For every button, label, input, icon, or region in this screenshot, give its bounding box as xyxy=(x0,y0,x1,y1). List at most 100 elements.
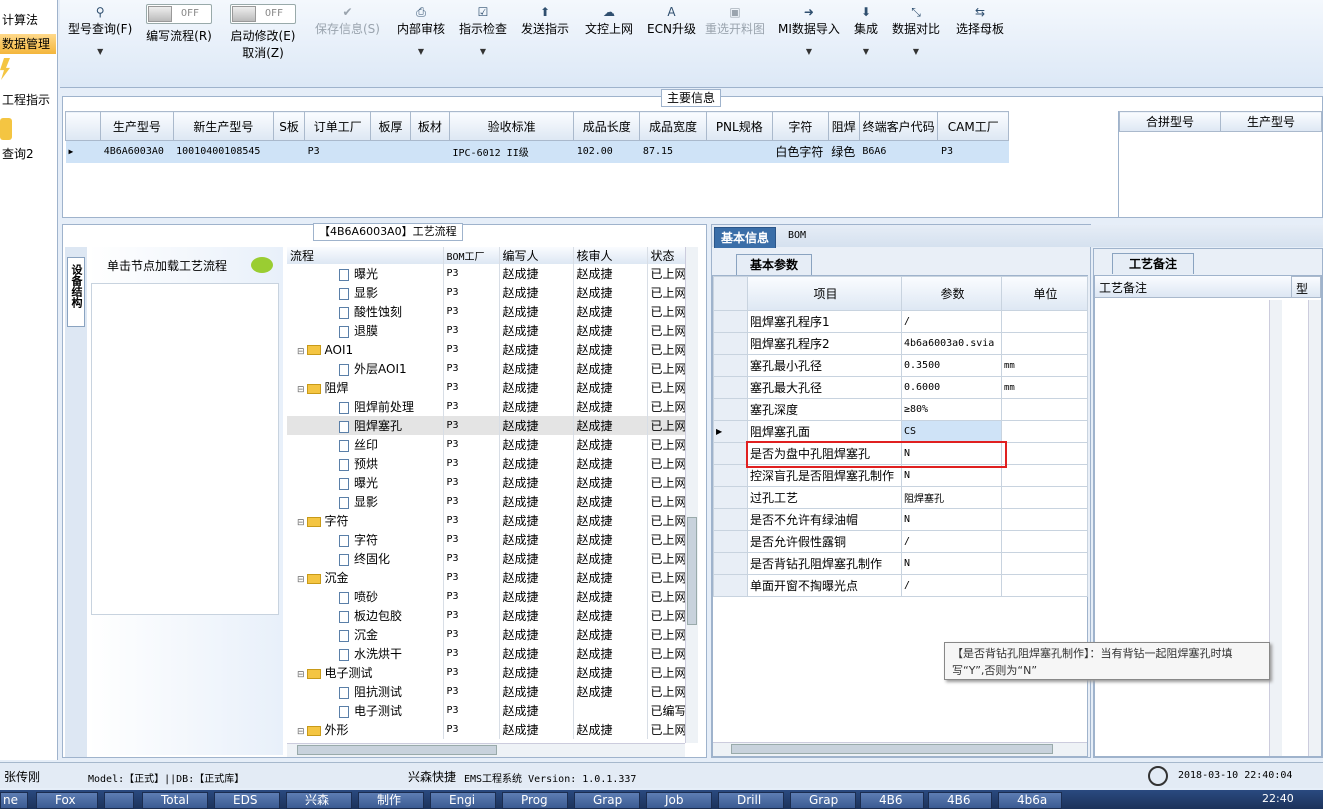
mi-data-import-button[interactable]: ➜ MI数据导入 ▼ xyxy=(778,4,840,56)
vertical-scrollbar[interactable] xyxy=(685,247,698,743)
taskbar-item[interactable]: Engi xyxy=(430,792,496,809)
table-row[interactable]: 显影 P3 赵成捷 赵成捷 已上网 xyxy=(287,283,692,302)
data-compare-button[interactable]: ⤡ 数据对比 ▼ xyxy=(892,4,940,56)
param-value[interactable]: 0.3500 xyxy=(901,354,1002,377)
col-header[interactable]: 单位 xyxy=(1001,276,1088,311)
param-value[interactable]: N xyxy=(901,508,1002,531)
col-header[interactable]: 参数 xyxy=(901,276,1002,311)
col-header[interactable]: 成品长度 xyxy=(573,111,641,141)
taskbar-item[interactable]: Total xyxy=(142,792,208,809)
table-row[interactable]: 喷砂 P3 赵成捷 赵成捷 已上网 xyxy=(287,587,692,606)
taskbar-item[interactable]: Job xyxy=(646,792,712,809)
table-row[interactable]: 阻抗测试 P3 赵成捷 赵成捷 已上网 xyxy=(287,682,692,701)
param-row[interactable]: 塞孔深度 ≥80% xyxy=(713,398,1088,421)
table-row[interactable]: 板边包胶 P3 赵成捷 赵成捷 已上网 xyxy=(287,606,692,625)
tab-process-notes[interactable]: 工艺备注 xyxy=(1112,253,1194,274)
param-row[interactable]: 是否背钻孔阻焊塞孔制作 N xyxy=(713,552,1088,575)
table-row[interactable]: ⊟ 外形 P3 赵成捷 赵成捷 已上网 xyxy=(287,720,692,739)
tab-basic-info[interactable]: 基本信息 xyxy=(714,227,776,248)
table-row[interactable]: 外层AOI1 P3 赵成捷 赵成捷 已上网 xyxy=(287,359,692,378)
param-value[interactable]: 4b6a6003a0.svia xyxy=(901,332,1002,355)
model-query-button[interactable]: ⚲ 型号查询(F) ▼ xyxy=(68,4,132,56)
taskbar-item[interactable]: 4B6 xyxy=(860,792,924,809)
taskbar-item[interactable]: Drill xyxy=(718,792,784,809)
taskbar-item[interactable]: 制作 xyxy=(358,792,424,809)
param-row[interactable]: 是否允许假性露铜 / xyxy=(713,530,1088,553)
vertical-scrollbar[interactable] xyxy=(1308,300,1321,756)
reselect-cutting-button[interactable]: ▣ 重选开料图 xyxy=(705,4,765,37)
tab-device-structure[interactable]: 设备结构 xyxy=(67,257,85,327)
taskbar-item[interactable]: Prog xyxy=(502,792,568,809)
param-value[interactable]: 阻焊塞孔 xyxy=(901,486,1002,509)
table-row[interactable]: 阻焊塞孔 P3 赵成捷 赵成捷 已上网 xyxy=(287,416,692,435)
param-value[interactable]: ≥80% xyxy=(901,398,1002,421)
col-header[interactable]: 板材 xyxy=(409,111,450,141)
table-row[interactable]: ⊟ 字符 P3 赵成捷 赵成捷 已上网 xyxy=(287,511,692,530)
horizontal-scrollbar[interactable] xyxy=(713,742,1087,756)
nav-item-calc[interactable]: 计算法 xyxy=(0,10,56,30)
param-value[interactable]: / xyxy=(901,574,1002,597)
col-header[interactable]: 项目 xyxy=(747,276,902,311)
table-row[interactable]: 水洗烘干 P3 赵成捷 赵成捷 已上网 xyxy=(287,644,692,663)
col-header[interactable]: 新生产型号 xyxy=(172,111,275,141)
param-row[interactable]: ▶ 阻焊塞孔面 CS xyxy=(713,420,1088,443)
taskbar-item[interactable]: 兴森 xyxy=(286,792,352,809)
col-header[interactable]: 阻焊 xyxy=(827,111,860,141)
param-value[interactable]: 0.6000 xyxy=(901,376,1002,399)
param-row[interactable]: 过孔工艺 阻焊塞孔 xyxy=(713,486,1088,509)
col-header[interactable]: 终端客户代码 xyxy=(858,111,939,141)
table-row[interactable]: 沉金 P3 赵成捷 赵成捷 已上网 xyxy=(287,625,692,644)
table-row[interactable]: ⊟ 沉金 P3 赵成捷 赵成捷 已上网 xyxy=(287,568,692,587)
col-header[interactable]: CAM工厂 xyxy=(937,111,1009,141)
taskbar-item[interactable]: Grap xyxy=(790,792,856,809)
param-row[interactable]: 塞孔最小孔径 0.3500 mm xyxy=(713,354,1088,377)
integrate-button[interactable]: ⬇ 集成 ▼ xyxy=(854,4,878,56)
col-header[interactable]: S板 xyxy=(273,111,306,141)
param-row[interactable]: 塞孔最大孔径 0.6000 mm xyxy=(713,376,1088,399)
flow-list[interactable] xyxy=(91,283,279,615)
taskbar-item[interactable] xyxy=(104,792,134,809)
param-value[interactable]: / xyxy=(901,530,1002,553)
table-row[interactable]: ⊟ 电子测试 P3 赵成捷 赵成捷 已上网 xyxy=(287,663,692,682)
col-header[interactable]: 生产型号 xyxy=(100,111,174,141)
send-instruction-button[interactable]: ⬆ 发送指示 xyxy=(521,4,569,37)
table-row[interactable]: 曝光 P3 赵成捷 赵成捷 已上网 xyxy=(287,473,692,492)
nav-item-query2[interactable]: 查询2 xyxy=(0,144,56,164)
col-header[interactable]: 成品宽度 xyxy=(639,111,707,141)
table-row[interactable]: 终固化 P3 赵成捷 赵成捷 已上网 xyxy=(287,549,692,568)
internal-review-button[interactable]: ⎙ 内部审核 ▼ xyxy=(397,4,445,56)
taskbar-item[interactable]: EDS xyxy=(214,792,280,809)
param-row[interactable]: 是否不允许有绿油帽 N xyxy=(713,508,1088,531)
table-row[interactable]: 阻焊前处理 P3 赵成捷 赵成捷 已上网 xyxy=(287,397,692,416)
col-header[interactable]: 板厚 xyxy=(370,111,411,141)
param-value[interactable]: CS xyxy=(901,420,1002,443)
vertical-scrollbar[interactable] xyxy=(1269,300,1282,756)
param-value[interactable]: / xyxy=(901,310,1002,333)
table-row[interactable]: 丝印 P3 赵成捷 赵成捷 已上网 xyxy=(287,435,692,454)
tab-bom[interactable]: BOM xyxy=(788,230,806,241)
instruction-check-button[interactable]: ☑ 指示检查 ▼ xyxy=(459,4,507,56)
table-row[interactable]: 酸性蚀刻 P3 赵成捷 赵成捷 已上网 xyxy=(287,302,692,321)
horizontal-scrollbar[interactable] xyxy=(287,743,685,757)
taskbar-item[interactable]: Grap xyxy=(574,792,640,809)
save-info-button[interactable]: ✔ 保存信息(S) xyxy=(315,4,380,37)
nav-item-engineering-instruction[interactable]: 工程指示 xyxy=(0,90,56,110)
param-row[interactable]: 单面开窗不掏曝光点 / xyxy=(713,574,1088,597)
col-header[interactable]: 型 xyxy=(1291,276,1321,298)
col-header[interactable]: 合拼型号 xyxy=(1119,111,1221,132)
table-row[interactable]: 电子测试 P3 赵成捷 已编写 xyxy=(287,701,692,720)
ecn-upgrade-button[interactable]: A ECN升级 xyxy=(647,4,696,37)
col-header[interactable]: 验收标准 xyxy=(448,111,575,141)
write-flow-toggle[interactable]: OFF 编写流程(R) xyxy=(146,4,212,44)
taskbar-item[interactable]: ne xyxy=(0,792,28,809)
doc-control-online-button[interactable]: ☁ 文控上网 xyxy=(585,4,633,37)
table-row[interactable]: 显影 P3 赵成捷 赵成捷 已上网 xyxy=(287,492,692,511)
col-header[interactable]: 字符 xyxy=(771,111,829,141)
taskbar-item[interactable]: 4b6a xyxy=(998,792,1062,809)
table-row[interactable]: 预烘 P3 赵成捷 赵成捷 已上网 xyxy=(287,454,692,473)
param-row[interactable]: 阻焊塞孔程序2 4b6a6003a0.svia xyxy=(713,332,1088,355)
table-row[interactable]: ⊟ 阻焊 P3 赵成捷 赵成捷 已上网 xyxy=(287,378,692,397)
col-header[interactable]: 工艺备注 xyxy=(1095,276,1291,298)
start-modify-toggle[interactable]: OFF 启动修改(E) 取消(Z) xyxy=(230,4,296,61)
tab-basic-params[interactable]: 基本参数 xyxy=(736,254,812,275)
